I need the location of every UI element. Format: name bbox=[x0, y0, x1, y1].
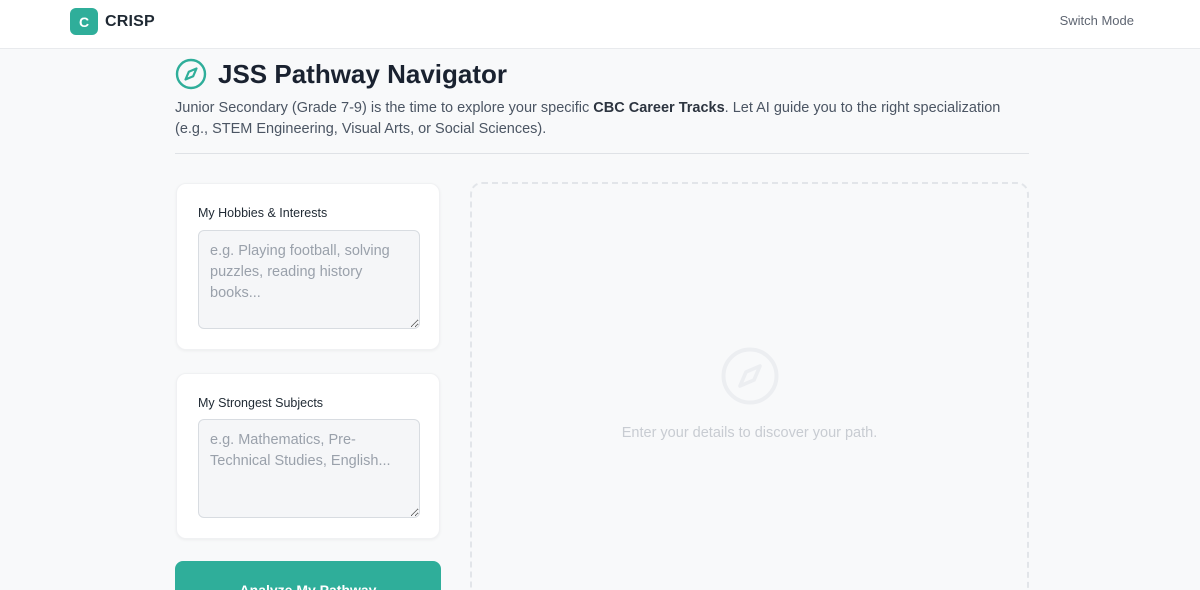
analyze-pathway-button[interactable]: Analyze My Pathway bbox=[175, 561, 441, 590]
compass-placeholder-icon bbox=[721, 347, 779, 405]
switch-mode-button[interactable]: Switch Mode bbox=[1060, 13, 1134, 28]
hobbies-input[interactable] bbox=[198, 230, 420, 329]
page-description: Junior Secondary (Grade 7-9) is the time… bbox=[175, 98, 1035, 140]
page-title: JSS Pathway Navigator bbox=[218, 58, 507, 89]
hobbies-card: My Hobbies & Interests bbox=[176, 183, 440, 350]
subjects-label: My Strongest Subjects bbox=[198, 396, 324, 410]
description-text-start: Junior Secondary (Grade 7-9) is the time… bbox=[175, 100, 594, 116]
hobbies-label: My Hobbies & Interests bbox=[198, 206, 328, 220]
description-highlight: CBC Career Tracks bbox=[593, 100, 725, 116]
top-navigation-bar: C CRISP Switch Mode bbox=[0, 0, 1200, 49]
logo-mark: C bbox=[70, 8, 98, 35]
result-panel: Enter your details to discover your path… bbox=[470, 182, 1029, 590]
subjects-input[interactable] bbox=[198, 419, 420, 518]
app-logo[interactable]: C CRISP bbox=[70, 8, 155, 35]
empty-state-text: Enter your details to discover your path… bbox=[621, 425, 878, 441]
app-name: CRISP bbox=[105, 12, 155, 30]
subjects-card: My Strongest Subjects bbox=[176, 373, 440, 539]
title-row: JSS Pathway Navigator bbox=[175, 58, 1029, 90]
header-divider bbox=[175, 153, 1029, 154]
compass-icon bbox=[175, 58, 207, 90]
page-header: JSS Pathway Navigator Junior Secondary (… bbox=[175, 58, 1029, 140]
